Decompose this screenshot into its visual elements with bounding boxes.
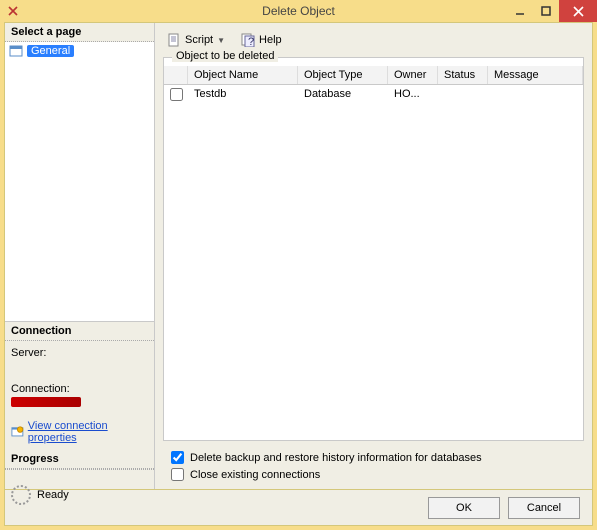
left-panel: Select a page General Connection Server:… <box>5 23 155 489</box>
col-status[interactable]: Status <box>438 66 488 84</box>
objects-groupbox: Object to be deleted Object Name Object … <box>163 57 584 441</box>
grid-header: Object Name Object Type Owner Status Mes… <box>164 66 583 85</box>
close-connections-row: Close existing connections <box>163 466 584 483</box>
delete-history-label: Delete backup and restore history inform… <box>190 452 482 464</box>
help-button[interactable]: ? Help <box>237 31 286 49</box>
progress-status: Ready <box>37 489 69 501</box>
page-icon <box>9 44 23 58</box>
properties-icon <box>11 425 24 439</box>
page-label: General <box>27 45 74 57</box>
table-row[interactable]: Testdb Database HO... <box>164 85 583 107</box>
titlebar: Delete Object <box>0 0 597 22</box>
cell-name: Testdb <box>188 85 298 107</box>
row-checkbox[interactable] <box>170 88 183 101</box>
right-panel: Script ▼ ? Help Object to be deleted Obj… <box>155 23 592 489</box>
script-label: Script <box>185 34 213 46</box>
script-button[interactable]: Script ▼ <box>163 31 229 49</box>
col-message[interactable]: Message <box>488 66 583 84</box>
cancel-button[interactable]: Cancel <box>508 497 580 519</box>
col-owner[interactable]: Owner <box>388 66 438 84</box>
groupbox-label: Object to be deleted <box>172 50 278 62</box>
cell-owner: HO... <box>388 85 438 107</box>
script-icon <box>167 33 181 47</box>
server-value <box>11 361 148 373</box>
col-type[interactable]: Object Type <box>298 66 388 84</box>
cell-type: Database <box>298 85 388 107</box>
progress-panel: Ready <box>5 469 154 519</box>
delete-history-row: Delete backup and restore history inform… <box>163 449 584 466</box>
svg-text:?: ? <box>248 36 254 47</box>
window-title: Delete Object <box>262 4 335 18</box>
help-icon: ? <box>241 33 255 47</box>
progress-spinner-icon <box>11 485 31 505</box>
help-label: Help <box>259 34 282 46</box>
minimize-button[interactable] <box>507 0 533 22</box>
close-connections-checkbox[interactable] <box>171 468 184 481</box>
delete-history-checkbox[interactable] <box>171 451 184 464</box>
col-checkbox <box>164 66 188 84</box>
connection-header: Connection <box>5 322 154 341</box>
dialog-frame: Select a page General Connection Server:… <box>4 22 593 526</box>
pages-header: Select a page <box>5 23 154 42</box>
col-name[interactable]: Object Name <box>188 66 298 84</box>
close-connections-label: Close existing connections <box>190 469 320 481</box>
cell-status <box>438 85 488 107</box>
ok-button[interactable]: OK <box>428 497 500 519</box>
server-label: Server: <box>11 347 148 359</box>
close-icon[interactable] <box>4 2 22 20</box>
connection-value-redacted <box>11 397 81 407</box>
view-connection-properties-link[interactable]: View connection properties <box>11 420 148 444</box>
progress-header: Progress <box>5 450 154 469</box>
connection-label: Connection: <box>11 383 148 395</box>
cell-message <box>488 85 583 107</box>
connection-panel: Server: Connection: View connection prop… <box>5 341 154 450</box>
page-list: General <box>5 42 154 322</box>
window-close-button[interactable] <box>559 0 597 22</box>
page-item-general[interactable]: General <box>5 42 154 60</box>
maximize-button[interactable] <box>533 0 559 22</box>
chevron-down-icon[interactable]: ▼ <box>217 36 225 45</box>
view-connection-properties-label: View connection properties <box>28 420 148 444</box>
